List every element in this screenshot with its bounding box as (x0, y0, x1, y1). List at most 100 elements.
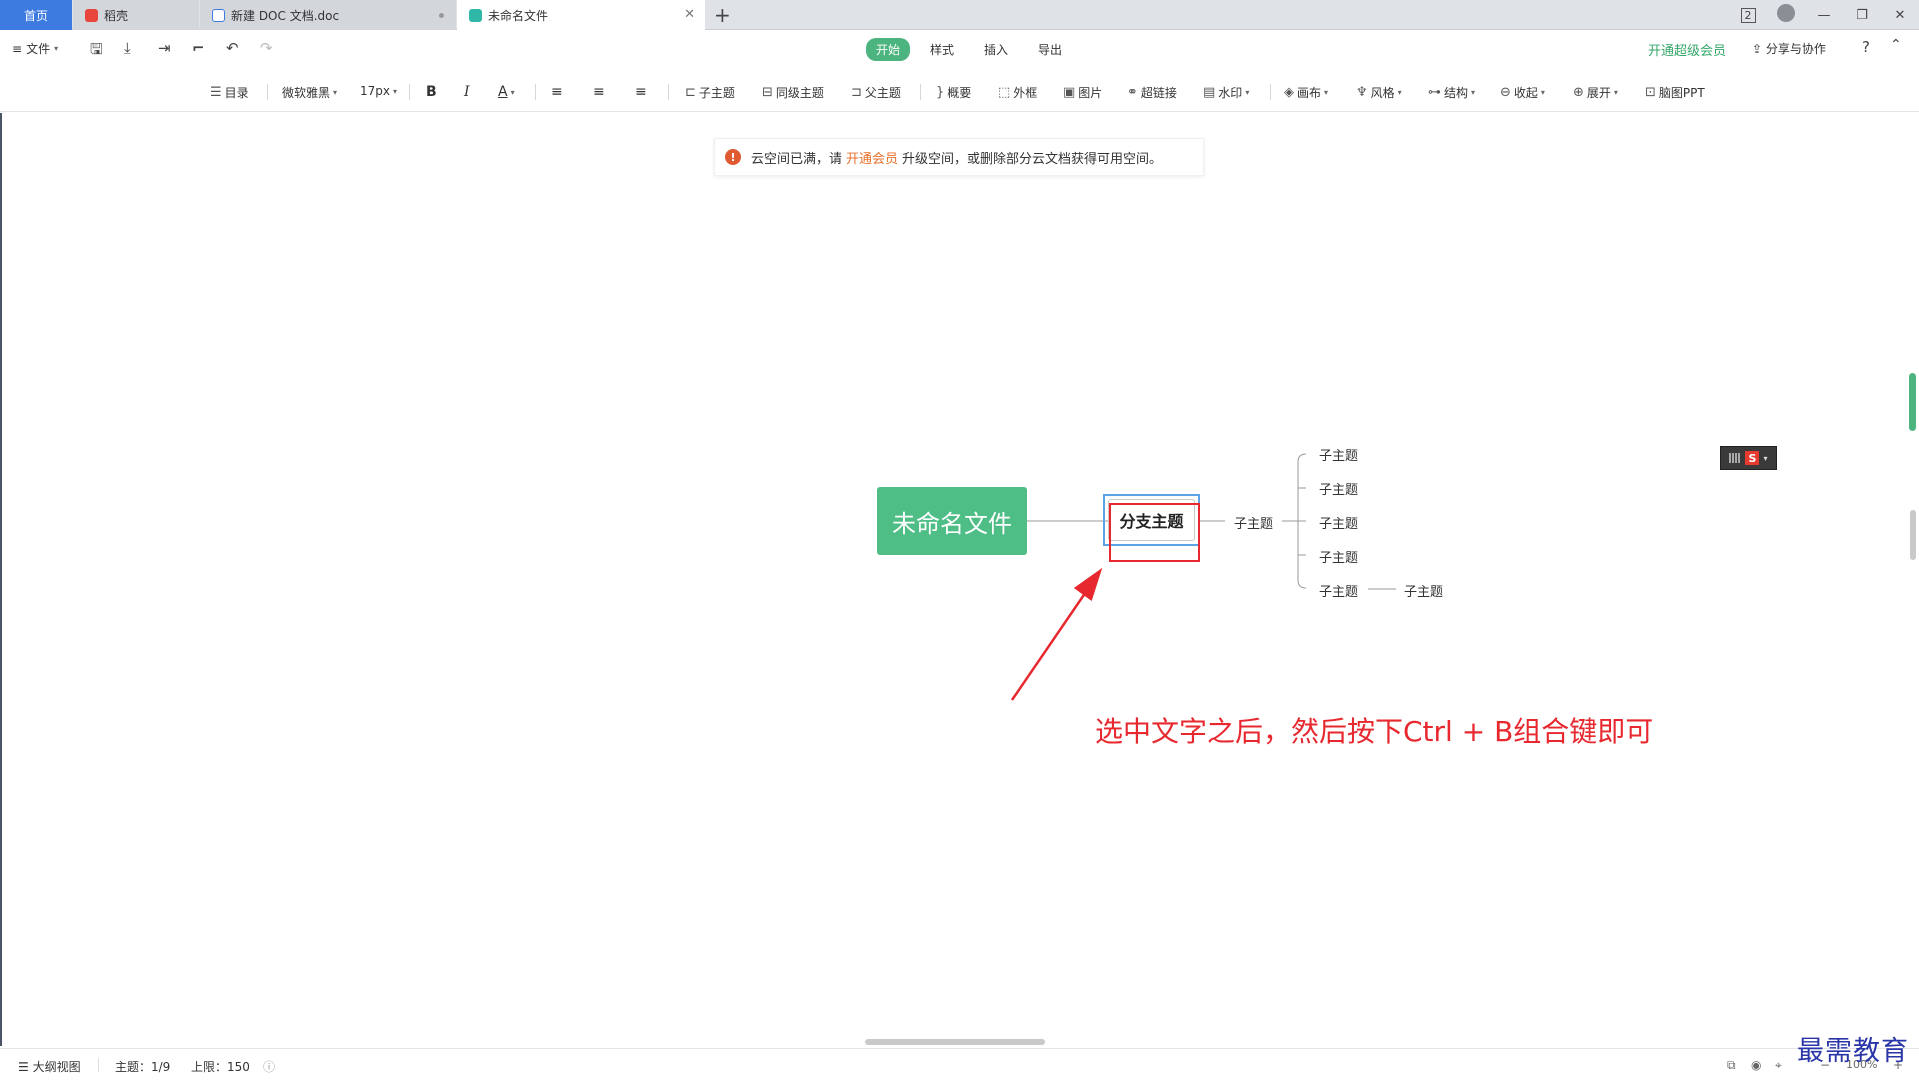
tab-export[interactable]: 导出 (1028, 38, 1072, 61)
plus-circle-icon: ⊕ (1573, 85, 1584, 100)
vertical-scrollbar[interactable] (1910, 510, 1916, 560)
tab-style[interactable]: 样式 (920, 38, 964, 61)
style-button[interactable]: ♆ 风格 ▾ (1356, 84, 1402, 101)
hamburger-icon: ≡ (12, 41, 23, 56)
italic-button[interactable]: I (464, 84, 470, 100)
mindmap-canvas[interactable]: 未命名文件 分支主题 子主题 子主题 子主题 子主题 子主题 子主题 子主题 选… (0, 113, 1919, 1046)
summary-icon: } (936, 85, 945, 100)
undo-icon[interactable]: ↶ (226, 39, 239, 57)
redo-icon[interactable]: ↷ (260, 39, 273, 57)
locate-icon[interactable]: ⌖ (1775, 1058, 1782, 1073)
summary-button[interactable]: } 概要 (936, 84, 971, 101)
canvas-button[interactable]: ◈ 画布 ▾ (1284, 84, 1328, 101)
sub-topic-node[interactable]: 子主题 (1319, 547, 1358, 566)
canvas-label: 画布 (1297, 86, 1322, 100)
font-family-select[interactable]: 微软雅黑 ▾ (282, 84, 337, 101)
frame-icon: ⬚ (998, 85, 1011, 100)
font-color-label: A (498, 84, 508, 100)
presentation-icon: ⊡ (1645, 85, 1656, 100)
format-painter-icon[interactable]: ⌐ (192, 39, 205, 57)
mindmap-ppt-button[interactable]: ⊡ 脑图PPT (1645, 84, 1705, 101)
chevron-down-icon: ▾ (54, 44, 59, 53)
expand-label: 展开 (1586, 86, 1611, 100)
font-size-value: 17px (360, 84, 390, 98)
mid-topic-node[interactable]: 子主题 (1234, 513, 1273, 532)
chevron-down-icon: ▾ (1324, 88, 1329, 97)
sub-topic-node[interactable]: 子主题 (1319, 513, 1358, 532)
sub-topic-node[interactable]: 子主题 (1319, 445, 1358, 464)
download-icon[interactable]: ⤓ (124, 39, 131, 57)
restore-icon[interactable]: ❐ (1843, 8, 1881, 23)
image-button[interactable]: ▣ 图片 (1063, 84, 1102, 101)
close-tab-icon[interactable]: ✕ (684, 7, 695, 22)
fit-screen-icon[interactable]: ⧉ (1727, 1058, 1736, 1073)
navigator-scroll-indicator[interactable] (1909, 373, 1916, 431)
chevron-down-icon: ▾ (393, 86, 398, 96)
format-toolbar: ☰ 目录 微软雅黑 ▾ 17px ▾ B I A ▾ ≡ ≡ ≡ ⊏ 子主题 ⊟ 同级主题 … (0, 72, 1919, 112)
help-icon[interactable]: ? (1862, 38, 1870, 56)
close-window-icon[interactable]: ✕ (1881, 8, 1919, 23)
summary-label: 概要 (947, 86, 972, 100)
ime-toolbar[interactable]: S ▾ (1720, 446, 1777, 470)
align-right-icon[interactable]: ≡ (635, 84, 647, 100)
deep-topic-node[interactable]: 子主题 (1404, 581, 1443, 600)
collapse-label: 收起 (1513, 86, 1538, 100)
horizontal-scrollbar[interactable] (865, 1039, 1045, 1045)
sub-topic-node[interactable]: 子主题 (1319, 479, 1358, 498)
expand-button[interactable]: ⊕ 展开 ▾ (1573, 84, 1618, 101)
tab-daoke[interactable]: 稻壳 (73, 0, 199, 30)
separator (267, 84, 268, 100)
tab-home[interactable]: 首页 (0, 0, 72, 30)
sub-topic-node[interactable]: 子主题 (1319, 581, 1358, 600)
shirt-icon: ♆ (1356, 85, 1368, 100)
parent-label: 父主题 (864, 86, 901, 100)
outline-icon: ☰ (18, 1060, 33, 1074)
align-center-icon[interactable]: ≡ (593, 84, 605, 100)
hyperlink-button[interactable]: ⚭ 超链接 (1127, 84, 1177, 101)
bold-button[interactable]: B (426, 84, 437, 100)
toc-button[interactable]: ☰ 目录 (210, 84, 249, 101)
frame-button[interactable]: ⬚ 外框 (998, 84, 1037, 101)
tab-doc[interactable]: 新建 DOC 文档.doc (200, 0, 456, 30)
separator (1270, 84, 1271, 100)
collapse-button[interactable]: ⊖ 收起 ▾ (1500, 84, 1545, 101)
tab-insert[interactable]: 插入 (974, 38, 1018, 61)
structure-icon: ⊶ (1428, 85, 1441, 100)
outline-view-button[interactable]: ☰ 大纲视图 (18, 1058, 81, 1075)
chevron-up-icon[interactable]: ⌃ (1890, 37, 1902, 53)
highlight-box (1109, 503, 1200, 562)
eye-icon[interactable]: ◉ (1751, 1058, 1761, 1072)
tab-mindmap[interactable]: 未命名文件 ✕ (457, 0, 705, 30)
info-icon[interactable]: ⓘ (263, 1058, 275, 1075)
structure-label: 结构 (1444, 86, 1469, 100)
annotation-arrow-shaft (1010, 585, 1092, 701)
vip-link[interactable]: 开通超级会员 (1648, 40, 1726, 59)
watermark-label: 水印 (1218, 86, 1243, 100)
tab-unsaved-dot-icon (439, 13, 444, 18)
structure-button[interactable]: ⊶ 结构 ▾ (1428, 84, 1475, 101)
font-color-button[interactable]: A ▾ (498, 84, 515, 100)
add-child-button[interactable]: ⊏ 子主题 (685, 84, 735, 101)
parent-topic-icon: ⊐ (851, 85, 862, 100)
watermark-button[interactable]: ▤ 水印 ▾ (1203, 84, 1249, 101)
brand-watermark: 最需教育 (1797, 1036, 1909, 1067)
separator (409, 84, 410, 100)
chevron-down-icon: ▾ (1245, 88, 1250, 97)
align-left-icon[interactable]: ≡ (551, 84, 563, 100)
tab-doc-label: 新建 DOC 文档.doc (231, 8, 340, 23)
minimize-icon[interactable]: — (1805, 8, 1843, 23)
tab-start[interactable]: 开始 (866, 38, 911, 61)
avatar[interactable] (1767, 4, 1805, 26)
share-button[interactable]: ⇪ 分享与协作 (1752, 40, 1826, 57)
add-parent-button[interactable]: ⊐ 父主题 (851, 84, 901, 101)
topic-count: 主题：1/9 (115, 1060, 171, 1074)
window-count-badge[interactable]: 2 (1729, 7, 1767, 23)
add-sibling-button[interactable]: ⊟ 同级主题 (762, 84, 824, 101)
font-size-select[interactable]: 17px ▾ (360, 84, 397, 98)
new-tab-icon[interactable]: + (714, 3, 731, 27)
save-icon[interactable]: 🖫 (90, 39, 103, 64)
export-icon[interactable]: ⇥ (158, 39, 171, 57)
separator (920, 84, 921, 100)
root-topic-node[interactable]: 未命名文件 (877, 487, 1027, 555)
file-menu-button[interactable]: ≡ 文件 ▾ (12, 40, 58, 57)
